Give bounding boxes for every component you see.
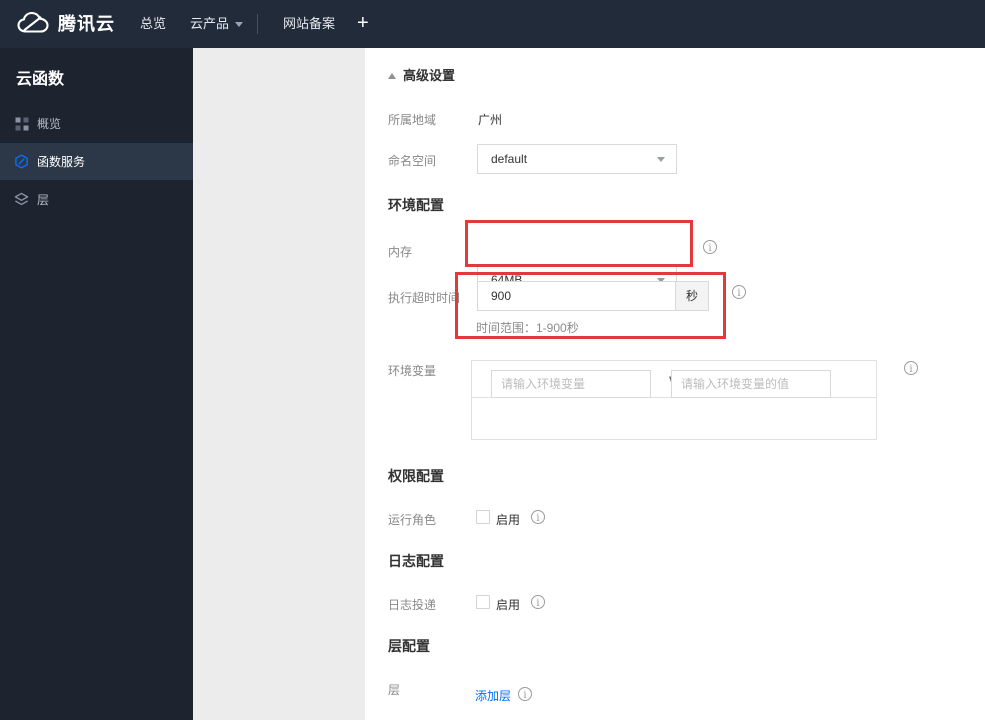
- add-layer-link[interactable]: 添加层: [475, 687, 511, 704]
- namespace-select[interactable]: default: [477, 144, 677, 174]
- sidebar-item-label: 概览: [37, 117, 62, 131]
- env-var-value-input[interactable]: [671, 370, 831, 398]
- nav-item-icp-filing[interactable]: 网站备案: [283, 0, 335, 48]
- nav-item-overview[interactable]: 总览: [140, 0, 166, 48]
- run-role-checkbox[interactable]: [476, 510, 490, 524]
- run-role-label: 运行角色: [388, 513, 437, 527]
- log-delivery-label: 日志投递: [388, 598, 437, 612]
- add-layer-info-icon[interactable]: [518, 687, 532, 701]
- run-role-enable-label: 启用: [496, 513, 521, 527]
- timeout-input[interactable]: [478, 282, 675, 310]
- permission-config-heading: 权限配置: [388, 468, 444, 484]
- timeout-range-hint: 时间范围：1-900秒: [476, 321, 579, 335]
- layers-icon: [14, 192, 29, 207]
- sidebar: 云函数 概览 函数服务 层: [0, 48, 193, 720]
- annotation-box-memory: [465, 220, 693, 267]
- timeout-unit-suffix: 秒: [675, 282, 708, 310]
- region-value: 广州: [478, 113, 503, 127]
- layer-config-heading: 层配置: [388, 638, 430, 654]
- timeout-label: 执行超时时间: [388, 291, 461, 305]
- sidebar-product-title: 云函数: [16, 71, 65, 88]
- sidebar-item-overview[interactable]: 概览: [0, 105, 193, 142]
- chevron-down-icon: [235, 22, 244, 28]
- top-navbar: 腾讯云 总览 云产品 网站备案 +: [0, 0, 985, 48]
- nav-item-cloud-products[interactable]: 云产品: [190, 0, 244, 48]
- log-config-heading: 日志配置: [388, 553, 444, 569]
- sidebar-item-label: 层: [37, 193, 50, 207]
- timeout-info-icon[interactable]: [732, 285, 746, 299]
- environment-config-heading: 环境配置: [388, 197, 444, 213]
- log-delivery-checkbox[interactable]: [476, 595, 490, 609]
- advanced-settings-toggle[interactable]: 高级设置: [388, 65, 455, 84]
- sidebar-item-label: 函数服务: [37, 155, 86, 169]
- timeout-input-group: 秒: [477, 281, 709, 311]
- run-role-info-icon[interactable]: [531, 510, 545, 524]
- grid-icon: [14, 116, 29, 131]
- nav-divider: [257, 14, 258, 34]
- sidebar-item-function-service[interactable]: 函数服务: [0, 143, 193, 180]
- triangle-up-icon: [388, 73, 396, 79]
- memory-label: 内存: [388, 245, 413, 259]
- env-var-key-input[interactable]: [491, 370, 651, 398]
- function-config-panel: 高级设置 所属地域 广州 命名空间 default 环境配置 内存 64MB 执…: [365, 48, 985, 720]
- log-delivery-enable-label: 启用: [496, 598, 521, 612]
- layer-label: 层: [388, 683, 401, 697]
- sidebar-item-layers[interactable]: 层: [0, 181, 193, 218]
- region-label: 所属地域: [388, 113, 437, 127]
- secondary-panel-background: [193, 48, 365, 720]
- scf-hexagon-icon: [14, 154, 29, 169]
- namespace-label: 命名空间: [388, 154, 437, 168]
- env-vars-table: key value: [471, 360, 877, 440]
- env-vars-info-icon[interactable]: [904, 361, 918, 375]
- cloud-logo-icon: [16, 10, 50, 36]
- chevron-down-icon: [657, 157, 665, 162]
- env-vars-label: 环境变量: [388, 364, 437, 378]
- log-delivery-info-icon[interactable]: [531, 595, 545, 609]
- brand-name: 腾讯云: [58, 14, 115, 34]
- memory-info-icon[interactable]: [703, 240, 717, 254]
- nav-add-tab-button[interactable]: +: [357, 0, 369, 48]
- tencent-cloud-logo[interactable]: 腾讯云: [16, 10, 115, 36]
